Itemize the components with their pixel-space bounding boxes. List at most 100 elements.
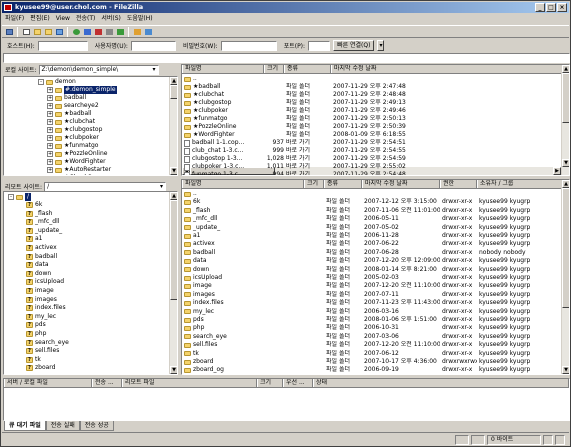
toggle-log-button[interactable] bbox=[21, 27, 31, 37]
file-row[interactable]: ★funmatgo 파일 폴더 2007-11-29 오후 2:50:13 bbox=[182, 115, 569, 123]
refresh-button[interactable] bbox=[71, 27, 81, 37]
file-row[interactable]: icsUpload 파일 폴더 2005-02-03 drwxr-xr-x kyusee… bbox=[182, 274, 569, 282]
maximize-button[interactable]: □ bbox=[546, 3, 556, 12]
file-row[interactable]: badball 1-1.cop... 937 바로 가기 2007-11-29 오후 … bbox=[182, 139, 569, 147]
file-row[interactable]: clubgostop 1-3... 1,028 바로 가기 2007-11-29 오후… bbox=[182, 155, 569, 163]
col-filename[interactable]: 파일명 bbox=[182, 65, 264, 73]
tree-item[interactable]: + ♣CheckServer bbox=[47, 174, 108, 176]
username-input[interactable] bbox=[130, 40, 176, 51]
tab-successful-transfers[interactable]: 전송 성공 bbox=[79, 421, 114, 431]
file-row[interactable]: _update_ 파일 폴더 2007-05-02 drwxr-xr-x kyusee9… bbox=[182, 224, 569, 232]
tab-queued-files[interactable]: 큐 대기 파일 bbox=[4, 421, 46, 431]
remote-path-input[interactable]: / ▾ bbox=[44, 181, 167, 192]
remote-tree-scrollbar[interactable]: ▲ ▼ bbox=[169, 192, 177, 374]
tree-item[interactable]: ? icsUpload bbox=[26, 278, 64, 286]
tree-expander[interactable]: + bbox=[47, 95, 53, 101]
tree-item[interactable]: ? sell.files bbox=[26, 347, 59, 355]
file-row[interactable]: php 파일 폴더 2006-10-31 drwxr-xr-x kyusee99 kyu… bbox=[182, 324, 569, 332]
file-row[interactable]: _flash 파일 폴더 2007-11-06 오전 11:01:00 drwxr-x… bbox=[182, 207, 569, 215]
file-row[interactable]: down 파일 폴더 2008-01-14 오후 8:21:00 drwxr-xr-x… bbox=[182, 266, 569, 274]
tree-item[interactable]: ? index.files bbox=[26, 304, 66, 312]
col-size[interactable]: 크기 bbox=[257, 379, 283, 387]
tree-expander[interactable]: + bbox=[47, 127, 53, 133]
file-row[interactable]: badball 파일 폴더 2007-06-28 drwxr-xr-x nobody n… bbox=[182, 249, 569, 257]
file-row[interactable]: ★badball 파일 폴더 2007-11-29 오후 2:47:48 bbox=[182, 83, 569, 91]
col-modified[interactable]: 마지막 수정 날짜 bbox=[331, 65, 569, 73]
scroll-thumb[interactable] bbox=[170, 200, 177, 300]
local-tree-scrollbar[interactable]: ▲ ▼ bbox=[169, 77, 177, 175]
tree-item[interactable]: ? _mfc_dll bbox=[26, 218, 59, 226]
menu-server[interactable]: 서버(S) bbox=[98, 14, 124, 24]
tree-item[interactable]: ? 6k bbox=[26, 201, 42, 209]
file-row[interactable]: tk 파일 폴더 2007-06-12 drwxr-xr-x kyusee99 kyug… bbox=[182, 350, 569, 358]
tree-item[interactable]: + ★clubgostop bbox=[47, 126, 102, 134]
file-row[interactable]: _mfc_dll 파일 폴더 2006-05-11 drwxr-xr-x kyusee9… bbox=[182, 215, 569, 223]
file-row[interactable]: ★clubgostop 파일 폴더 2007-11-29 오후 2:49:13 bbox=[182, 99, 569, 107]
tree-item[interactable]: ? zboard bbox=[26, 364, 55, 372]
message-log[interactable] bbox=[3, 53, 570, 63]
tree-expander[interactable]: + bbox=[47, 111, 53, 117]
col-modified[interactable]: 마지막 수정 날짜 bbox=[362, 180, 440, 188]
file-row[interactable]: ★WordFighter 파일 폴더 2008-01-09 오후 6:18:55 bbox=[182, 131, 569, 139]
cancel-button[interactable] bbox=[93, 27, 103, 37]
tree-item[interactable]: + ★badball bbox=[47, 110, 92, 118]
file-row[interactable]: image 파일 폴더 2007-12-20 오전 11:10:00 drwxr-xr… bbox=[182, 282, 569, 290]
sync-browse-button[interactable] bbox=[143, 27, 153, 37]
tree-item[interactable]: - demon bbox=[38, 78, 76, 86]
file-row[interactable]: funmatgo 1-3.c... 994 바로 가기 2007-11-29 오후 2… bbox=[182, 171, 569, 175]
file-row[interactable]: my_lec 파일 폴더 2006-03-16 drwxr-xr-x kyusee99 … bbox=[182, 308, 569, 316]
tree-item[interactable]: - / bbox=[8, 193, 32, 201]
tree-item[interactable]: ? php bbox=[26, 330, 46, 338]
disconnect-button[interactable] bbox=[104, 27, 114, 37]
col-status[interactable]: 상태 bbox=[313, 379, 569, 387]
tree-item[interactable]: ? tk bbox=[26, 356, 41, 364]
menu-view[interactable]: View bbox=[53, 14, 73, 24]
file-row[interactable]: ★PozzleOnline 파일 폴더 2007-11-29 오후 2:50:39 bbox=[182, 123, 569, 131]
tree-expander[interactable]: + bbox=[47, 135, 53, 141]
tree-item[interactable]: ? badball bbox=[26, 253, 57, 261]
tree-expander[interactable]: + bbox=[47, 119, 53, 125]
toggle-local-tree-button[interactable] bbox=[32, 27, 42, 37]
tree-item[interactable]: + #.demon_simple bbox=[47, 86, 117, 94]
tree-item[interactable]: + ★WordFighter bbox=[47, 158, 106, 166]
scroll-down-arrow[interactable]: ▼ bbox=[170, 167, 177, 175]
compare-button[interactable] bbox=[132, 27, 142, 37]
col-direction[interactable]: 전송 ... bbox=[92, 379, 122, 387]
minimize-button[interactable]: _ bbox=[535, 3, 545, 12]
tree-item[interactable]: ? _flash bbox=[26, 210, 52, 218]
file-row[interactable]: ★clubpoker 파일 폴더 2007-11-29 오후 2:49:46 bbox=[182, 107, 569, 115]
process-queue-button[interactable] bbox=[82, 27, 92, 37]
tree-item[interactable]: ? pds bbox=[26, 321, 46, 329]
tree-expander[interactable]: + bbox=[47, 151, 53, 157]
remote-directory-tree[interactable]: ▲ ▼ - /? 6k? _flash? _mfc_dll? _update_? a1? ac… bbox=[3, 191, 178, 375]
file-row[interactable]: club_chat 1-3.c... 999 바로 가기 2007-11-29 오후 … bbox=[182, 147, 569, 155]
tree-expander[interactable]: + bbox=[47, 103, 53, 109]
col-filename[interactable]: 파일명 bbox=[182, 180, 304, 188]
col-type[interactable]: 종류 bbox=[284, 65, 331, 73]
menu-help[interactable]: 도움말(H) bbox=[124, 14, 156, 24]
tree-expander[interactable]: + bbox=[47, 167, 53, 173]
tree-item[interactable]: ? activex bbox=[26, 244, 57, 252]
tree-expander[interactable]: - bbox=[8, 194, 14, 200]
site-manager-button[interactable] bbox=[4, 27, 14, 37]
file-row[interactable]: data 파일 폴더 2007-12-20 오후 12:09:00 drwxr-xr-… bbox=[182, 257, 569, 265]
local-directory-tree[interactable]: ▲ ▼ - demon + #.demon_simple + badball + search… bbox=[3, 76, 178, 176]
col-size[interactable]: 크기 bbox=[264, 65, 284, 73]
tree-expander[interactable]: + bbox=[47, 175, 53, 176]
tree-item[interactable]: + ★clubchat bbox=[47, 118, 95, 126]
file-row[interactable]: 6k 파일 폴더 2007-12-12 오후 3:15:00 drwxr-xr-x ky… bbox=[182, 198, 569, 206]
tree-item[interactable]: + ★AutoRestarter bbox=[47, 166, 111, 174]
tree-item[interactable]: + ★clubpoker bbox=[47, 134, 99, 142]
file-row[interactable]: a1 파일 폴더 2006-11-28 drwxr-xr-x kyusee99 kyug… bbox=[182, 232, 569, 240]
tree-item[interactable]: ? search_eye bbox=[26, 339, 69, 347]
col-size[interactable]: 크기 bbox=[304, 180, 324, 188]
password-input[interactable] bbox=[220, 40, 277, 51]
col-remote-file[interactable]: 리모트 파일 bbox=[122, 379, 257, 387]
tree-item[interactable]: ? images bbox=[26, 296, 57, 304]
remote-file-list[interactable]: 파일명 크기 종류 마지막 수정 날짜 권한 소유자 / 그룹 ▲ ▼ .. 6k… bbox=[181, 179, 570, 375]
file-row[interactable]: .. bbox=[182, 75, 569, 83]
tree-expander[interactable]: + bbox=[47, 87, 53, 93]
local-path-input[interactable]: Z:\demon\demon_simple\ ▾ bbox=[38, 64, 159, 75]
file-row[interactable]: pds 파일 폴더 2008-01-06 오후 1:51:00 drwxr-xr-x k… bbox=[182, 316, 569, 324]
tree-item[interactable]: + searcheye2 bbox=[47, 102, 99, 110]
